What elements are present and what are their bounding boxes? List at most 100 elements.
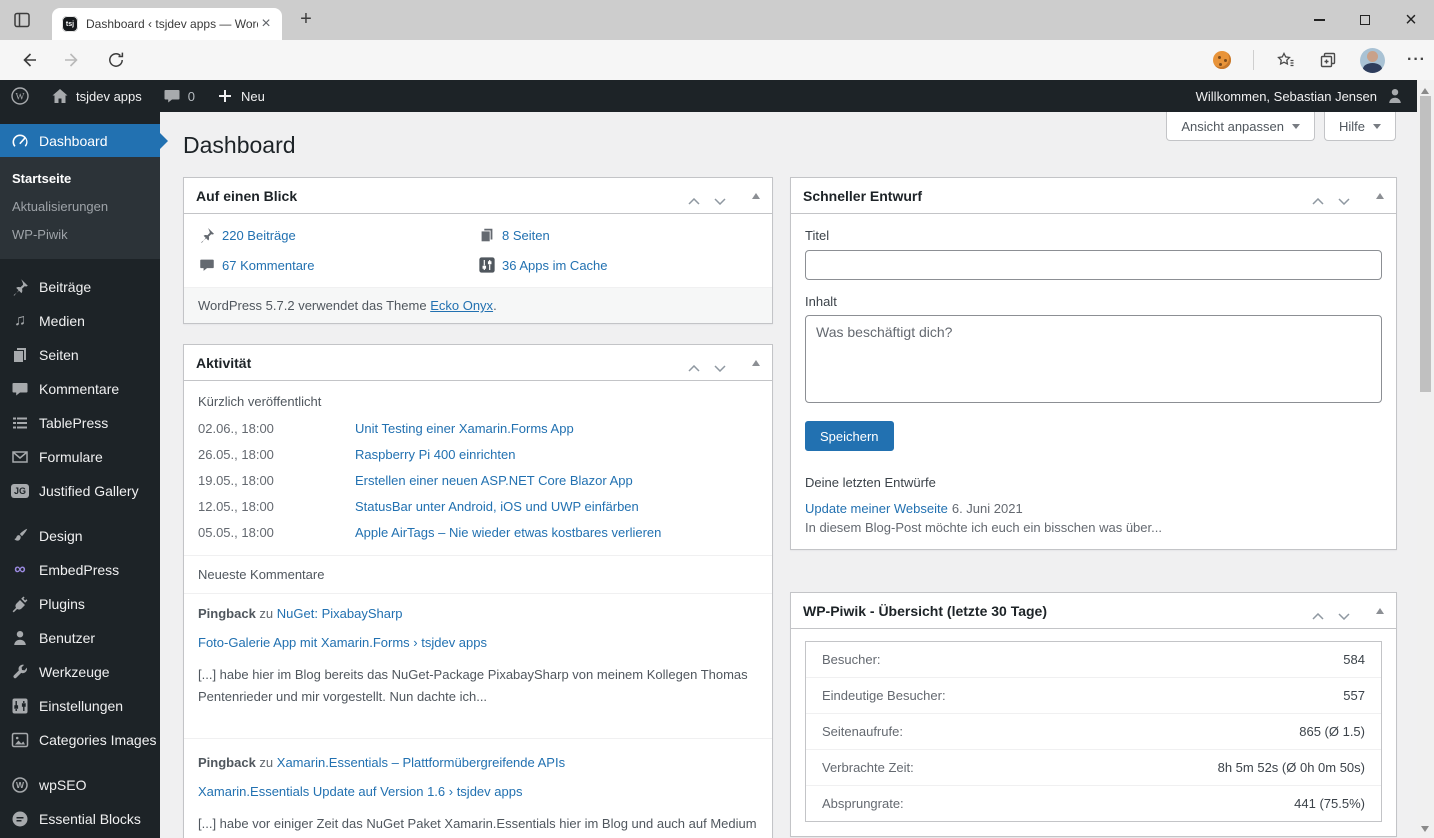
menu-label: Benutzer bbox=[39, 630, 96, 646]
scrollbar-thumb[interactable] bbox=[1420, 96, 1431, 392]
draft-date: 6. Juni 2021 bbox=[951, 501, 1023, 516]
sidebar-item-medien[interactable]: ♫ Medien bbox=[0, 304, 160, 338]
sidebar-item-essential-blocks[interactable]: Essential Blocks bbox=[0, 802, 160, 836]
window-minimize-button[interactable] bbox=[1296, 0, 1342, 40]
comment-bubble-icon bbox=[162, 86, 182, 106]
move-up-icon[interactable] bbox=[1312, 192, 1324, 205]
table-row: Eindeutige Besucher: 557 bbox=[806, 678, 1381, 714]
scroll-up-icon[interactable] bbox=[1421, 88, 1429, 94]
pages-count-link[interactable]: 8 Seiten bbox=[502, 228, 550, 243]
version-prefix: WordPress 5.7.2 verwendet das Theme bbox=[198, 298, 431, 313]
sidebar-item-justified-gallery[interactable]: JG Justified Gallery bbox=[0, 474, 160, 508]
collapse-toggle-icon[interactable] bbox=[752, 359, 760, 366]
submenu-item-startseite[interactable]: Startseite bbox=[0, 165, 160, 193]
stat-value: 557 bbox=[1343, 688, 1365, 703]
move-down-icon[interactable] bbox=[714, 359, 726, 372]
screen-options-button[interactable]: Ansicht anpassen bbox=[1166, 112, 1315, 141]
comment-source-link[interactable]: Xamarin.Essentials Update auf Version 1.… bbox=[198, 784, 522, 799]
collapse-toggle-icon[interactable] bbox=[752, 192, 760, 199]
post-title-link[interactable]: Raspberry Pi 400 einrichten bbox=[355, 447, 515, 463]
collapse-toggle-icon[interactable] bbox=[1376, 607, 1384, 614]
sidebar-item-werkzeuge[interactable]: Werkzeuge bbox=[0, 655, 160, 689]
sidebar-item-tablepress[interactable]: TablePress bbox=[0, 406, 160, 440]
welcome-text[interactable]: Willkommen, Sebastian Jensen bbox=[1196, 89, 1377, 104]
sidebar-item-seiten[interactable]: Seiten bbox=[0, 338, 160, 372]
browser-toolbar: https://www.tsjdev-apps.de/wp-admin/ ··· bbox=[0, 40, 1434, 114]
post-title-link[interactable]: StatusBar unter Android, iOS und UWP ein… bbox=[355, 499, 639, 515]
posts-count-link[interactable]: 220 Beiträge bbox=[222, 228, 296, 243]
move-down-icon[interactable] bbox=[1338, 607, 1350, 620]
move-up-icon[interactable] bbox=[688, 192, 700, 205]
refresh-icon[interactable] bbox=[106, 50, 126, 70]
post-row: 19.05., 18:00 Erstellen einer neuen ASP.… bbox=[198, 473, 760, 489]
quick-draft-title-input[interactable] bbox=[805, 250, 1382, 280]
submenu-item-wp-piwik[interactable]: WP-Piwik bbox=[0, 221, 160, 249]
widget-title: Aktivität bbox=[196, 354, 252, 371]
page-scrollbar[interactable] bbox=[1417, 80, 1434, 838]
new-tab-icon[interactable]: + bbox=[298, 9, 314, 29]
draft-title-link[interactable]: Update meiner Webseite bbox=[805, 501, 948, 516]
collections-icon[interactable] bbox=[1318, 50, 1338, 70]
theme-link[interactable]: Ecko Onyx bbox=[430, 298, 493, 313]
sidebar-item-formulare[interactable]: Formulare bbox=[0, 440, 160, 474]
apps-cache-link[interactable]: 36 Apps im Cache bbox=[502, 258, 608, 273]
back-icon[interactable] bbox=[19, 50, 39, 70]
menu-label: Werkzeuge bbox=[39, 664, 110, 680]
help-label: Hilfe bbox=[1338, 118, 1365, 134]
scroll-down-icon[interactable] bbox=[1421, 826, 1429, 832]
admin-bar-site-link[interactable]: tsjdev apps bbox=[40, 80, 152, 112]
browser-window: tsj Dashboard ‹ tsjdev apps — Word × + ×… bbox=[0, 0, 1434, 838]
wrench-icon bbox=[10, 662, 30, 682]
sidebar-item-dashboard[interactable]: Dashboard bbox=[0, 124, 168, 157]
comments-count-link[interactable]: 67 Kommentare bbox=[222, 258, 315, 273]
window-close-button[interactable]: × bbox=[1388, 0, 1434, 40]
save-draft-button[interactable]: Speichern bbox=[805, 421, 894, 451]
browser-menu-icon[interactable]: ··· bbox=[1407, 52, 1426, 68]
quick-draft-content-input[interactable] bbox=[805, 315, 1382, 403]
sidebar-item-kommentare[interactable]: Kommentare bbox=[0, 372, 160, 406]
admin-bar-new[interactable]: Neu bbox=[205, 80, 275, 112]
menu-label: Kommentare bbox=[39, 381, 120, 397]
help-button[interactable]: Hilfe bbox=[1323, 112, 1396, 141]
move-down-icon[interactable] bbox=[714, 192, 726, 205]
sidebar-item-plugins[interactable]: Plugins bbox=[0, 587, 160, 621]
stat-label: Seitenaufrufe: bbox=[822, 724, 903, 739]
sidebar-item-benutzer[interactable]: Benutzer bbox=[0, 621, 160, 655]
table-list-icon bbox=[10, 413, 30, 433]
sidebar-item-einstellungen[interactable]: Einstellungen bbox=[0, 689, 160, 723]
menu-label: Essential Blocks bbox=[39, 811, 141, 827]
move-up-icon[interactable] bbox=[688, 359, 700, 372]
sidebar-item-beitraege[interactable]: Beiträge bbox=[0, 270, 160, 304]
profile-avatar[interactable] bbox=[1360, 47, 1386, 73]
sidebar-item-embedpress[interactable]: ∞ EmbedPress bbox=[0, 553, 160, 587]
tab-close-icon[interactable]: × bbox=[258, 16, 274, 32]
sidebar-item-wpseo[interactable]: W wpSEO bbox=[0, 768, 160, 802]
sidebar-item-categories-images[interactable]: Categories Images bbox=[0, 723, 160, 757]
cookie-extension-icon[interactable] bbox=[1213, 51, 1232, 69]
comment-post-link[interactable]: NuGet: PixabaySharp bbox=[277, 606, 403, 621]
comment-conj: zu bbox=[259, 755, 274, 770]
menu-label: Formulare bbox=[39, 449, 103, 465]
move-down-icon[interactable] bbox=[1338, 192, 1350, 205]
wp-logo[interactable]: W bbox=[0, 80, 40, 112]
move-up-icon[interactable] bbox=[1312, 607, 1324, 620]
menu-label: Seiten bbox=[39, 347, 79, 363]
post-title-link[interactable]: Unit Testing einer Xamarin.Forms App bbox=[355, 421, 574, 437]
submenu-item-aktualisierungen[interactable]: Aktualisierungen bbox=[0, 193, 160, 221]
admin-bar-comments[interactable]: 0 bbox=[152, 80, 205, 112]
stat-label: Verbrachte Zeit: bbox=[822, 760, 914, 775]
comment-source-link[interactable]: Foto-Galerie App mit Xamarin.Forms › tsj… bbox=[198, 635, 487, 650]
collapse-toggle-icon[interactable] bbox=[1376, 192, 1384, 199]
wp-admin-menu: Dashboard Startseite Aktualisierungen WP… bbox=[0, 112, 168, 838]
plus-icon bbox=[215, 86, 235, 106]
browser-tab[interactable]: tsj Dashboard ‹ tsjdev apps — Word × bbox=[52, 8, 282, 40]
window-maximize-button[interactable] bbox=[1342, 0, 1388, 40]
tab-layout-icon[interactable] bbox=[12, 10, 32, 30]
comment-post-link[interactable]: Xamarin.Essentials – Plattformübergreife… bbox=[277, 755, 565, 770]
post-title-link[interactable]: Erstellen einer neuen ASP.NET Core Blazo… bbox=[355, 473, 633, 489]
sidebar-item-design[interactable]: Design bbox=[0, 519, 160, 553]
favorites-icon[interactable] bbox=[1276, 50, 1296, 70]
post-title-link[interactable]: Apple AirTags – Nie wieder etwas kostbar… bbox=[355, 525, 661, 541]
widget-title: Schneller Entwurf bbox=[803, 187, 923, 204]
forward-icon[interactable] bbox=[62, 50, 82, 70]
